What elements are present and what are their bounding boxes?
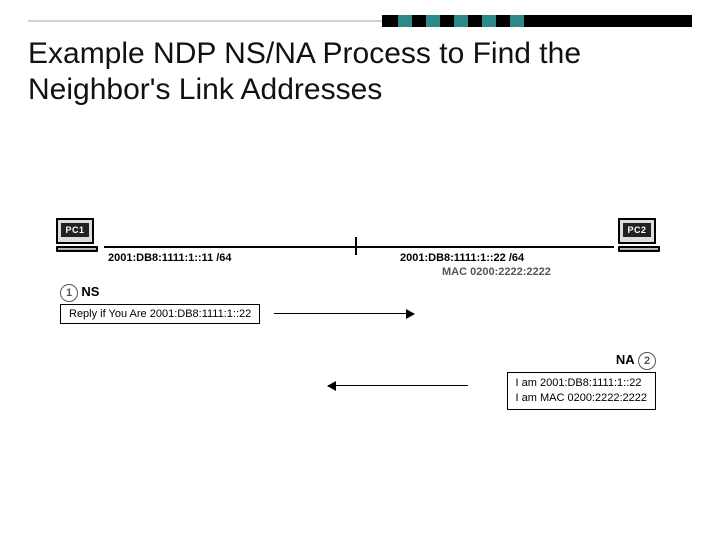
na-message-line-2: I am MAC 0200:2222:2222: [516, 391, 647, 406]
link-midpoint-tick: [355, 237, 357, 255]
header-accent: [28, 10, 692, 32]
ns-arrow-icon: [274, 313, 414, 314]
pc2-icon: PC2: [618, 218, 664, 252]
na-label: NA: [616, 352, 635, 367]
na-arrow-icon: [328, 385, 468, 386]
na-step-number: 2: [638, 352, 656, 370]
slide: Example NDP NS/NA Process to Find the Ne…: [0, 0, 720, 540]
pc1-icon: PC1: [56, 218, 102, 252]
ns-label: NS: [81, 284, 99, 299]
na-step: NA 2 I am 2001:DB8:1111:1::22 I am MAC 0…: [507, 352, 656, 410]
pc1-ipv6-address: 2001:DB8:1111:1::11 /64: [108, 252, 232, 264]
pc1-label: PC1: [61, 223, 89, 237]
pc2-ipv6-address: 2001:DB8:1111:1::22 /64: [400, 252, 524, 264]
na-message-box: I am 2001:DB8:1111:1::22 I am MAC 0200:2…: [507, 372, 656, 410]
network-link-line: [104, 246, 614, 248]
ns-step-number: 1: [60, 284, 78, 302]
ns-message-box: Reply if You Are 2001:DB8:1111:1::22: [60, 304, 260, 324]
na-message-line-1: I am 2001:DB8:1111:1::22: [516, 376, 647, 391]
slide-title: Example NDP NS/NA Process to Find the Ne…: [28, 36, 692, 108]
pc2-mac-address: MAC 0200:2222:2222: [442, 266, 551, 278]
ns-step: 1 NS Reply if You Are 2001:DB8:1111:1::2…: [60, 284, 260, 324]
pc2-label: PC2: [623, 223, 651, 237]
